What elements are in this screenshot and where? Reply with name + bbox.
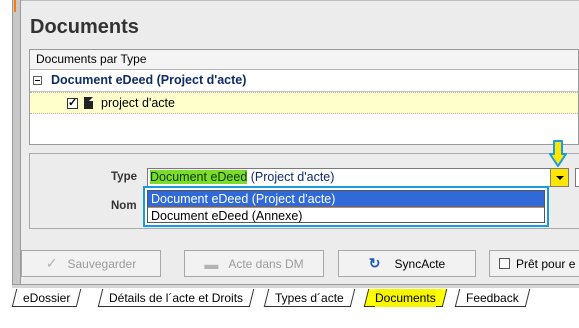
ready-checkbox[interactable] <box>499 258 510 269</box>
tab-bar-line <box>12 284 579 288</box>
type-select[interactable]: Document eDeed (Project d'acte) <box>147 168 569 187</box>
ready-label: Prêt pour e <box>516 256 576 271</box>
acte-dm-button-label: Acte dans DM <box>228 256 304 271</box>
chevron-down-icon[interactable] <box>550 169 568 186</box>
ready-checkbox-field[interactable]: Prêt pour e <box>489 250 579 277</box>
page-title: Documents <box>30 16 139 38</box>
tab-documents[interactable]: Documents <box>363 289 447 307</box>
save-button[interactable]: ✓ Sauvegarder <box>21 250 161 277</box>
tree-group-row[interactable]: Document eDeed (Project d'acte) <box>30 70 578 92</box>
tab-edossier[interactable]: eDossier <box>11 289 82 307</box>
left-frame-border <box>12 0 21 284</box>
sync-acte-button[interactable]: ↻ SyncActe <box>338 250 476 277</box>
checkmark-icon: ✓ <box>45 255 58 271</box>
dropdown-option[interactable]: Document eDeed (Annexe) <box>148 208 544 224</box>
documents-panel: Documents Documents par Type Document eD… <box>21 0 579 284</box>
type-label: Type <box>111 171 137 183</box>
folder-icon: ▬ <box>204 255 219 272</box>
select-value-rest: (Project d'acte) <box>247 170 335 184</box>
document-icon <box>84 97 93 109</box>
left-frame-accent <box>14 0 16 12</box>
type-select-value: Document eDeed (Project d'acte) <box>150 170 334 185</box>
dropdown-option[interactable]: Document eDeed (Project d'acte) <box>148 191 544 208</box>
nom-label: Nom <box>111 200 137 212</box>
tab-feedback[interactable]: Feedback <box>454 289 530 307</box>
tree-item-row[interactable]: project d'acte <box>30 92 578 114</box>
sync-icon: ↻ <box>368 255 381 271</box>
tab-details-acte[interactable]: Détails de l´acte et Droits <box>97 289 255 307</box>
select-value-highlight: Document eDeed <box>150 170 248 184</box>
tab-types-acte[interactable]: Types d´acte <box>263 289 355 307</box>
side-control-stub <box>575 168 579 187</box>
tree-group-label: Document eDeed (Project d'acte) <box>51 73 247 87</box>
type-dropdown-list: Document eDeed (Project d'acte) Document… <box>143 186 549 227</box>
collapse-icon[interactable] <box>33 76 42 85</box>
save-button-label: Sauvegarder <box>67 256 137 271</box>
tree-header: Documents par Type <box>30 50 578 70</box>
tab-bar: eDossier Détails de l´acte et Droits Typ… <box>0 284 579 328</box>
sync-button-label: SyncActe <box>394 256 446 271</box>
item-checkbox[interactable] <box>67 96 78 109</box>
documents-tree: Documents par Type Document eDeed (Proje… <box>29 49 579 145</box>
acte-dm-button[interactable]: ▬ Acte dans DM <box>184 250 324 277</box>
tree-item-label: project d'acte <box>101 96 175 110</box>
arrow-down-icon <box>549 140 567 167</box>
